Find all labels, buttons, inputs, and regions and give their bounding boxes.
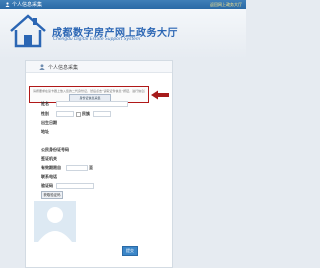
ethnicity-checkbox[interactable] xyxy=(76,112,81,117)
return-hall-link[interactable]: 返回网上政务大厅 xyxy=(210,2,242,8)
contact-phone-label: 联系电话 xyxy=(41,174,57,179)
info-collection-panel: 个人信息采集 请按要求在读卡器上放入您的二代身份证，然后点击“读取证件信息”按钮… xyxy=(25,60,173,268)
id-number-label: 公民身份证号码 xyxy=(41,147,69,152)
name-field[interactable] xyxy=(56,101,128,107)
logo-subtitle: Chengdu Digital Estate Support System xyxy=(53,37,141,42)
validity-to-label: 至 xyxy=(89,165,93,170)
panel-title: 个人信息采集 xyxy=(48,64,79,71)
birthdate-label: 出生日期 xyxy=(41,120,57,125)
notice-message: 请按要求在读卡器上放入您的二代身份证，然后点击“读取证件信息”按钮，进行信息采集 xyxy=(33,89,145,93)
top-bar: 个人信息采集 返回网上政务大厅 xyxy=(0,0,246,9)
arrow-left-icon xyxy=(151,90,169,100)
issuer-label: 签证机关 xyxy=(41,156,57,161)
house-logo-icon xyxy=(10,14,46,48)
id-photo-placeholder xyxy=(34,201,76,242)
avatar-silhouette-icon xyxy=(34,201,76,242)
name-label: 姓名 xyxy=(41,101,49,106)
address-label: 地址 xyxy=(41,129,49,134)
gender-label: 性别 xyxy=(41,111,49,116)
verify-code-field[interactable] xyxy=(56,183,94,189)
panel-header: 个人信息采集 xyxy=(26,61,172,73)
ethnicity-label: 民族 xyxy=(82,111,90,116)
get-verify-code-button[interactable]: 获取验证码 xyxy=(41,191,63,199)
verify-code-label: 验证码 xyxy=(41,183,53,188)
user-icon xyxy=(5,2,10,7)
top-bar-title-group: 个人信息采集 xyxy=(5,1,42,8)
ethnicity-field[interactable] xyxy=(93,111,111,117)
gender-field[interactable] xyxy=(56,111,74,117)
top-bar-title: 个人信息采集 xyxy=(12,2,43,8)
person-icon xyxy=(39,63,45,70)
submit-button[interactable]: 提交 xyxy=(122,246,138,256)
validity-from-field[interactable] xyxy=(66,165,88,171)
validity-label: 有效期限自 xyxy=(41,165,61,170)
